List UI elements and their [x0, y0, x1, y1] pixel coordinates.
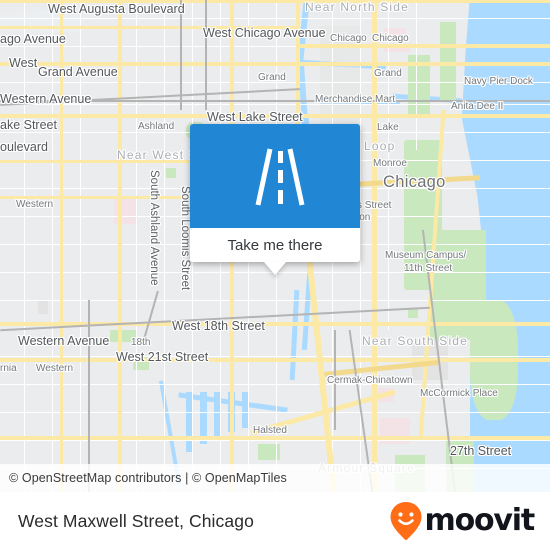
location-title: West Maxwell Street, Chicago — [18, 510, 254, 531]
park-tiny-1 — [166, 168, 176, 178]
card-icon-header — [190, 124, 360, 228]
water-top-right — [525, 0, 550, 60]
grid-v-3 — [80, 0, 81, 492]
grid-h-14 — [0, 412, 550, 413]
rail-line-2 — [0, 100, 550, 102]
grand-avenue-road — [0, 62, 550, 66]
map-attribution: © OpenStreetMap contributors | © OpenMap… — [0, 464, 550, 492]
grid-h-12 — [0, 356, 550, 357]
moovit-pin-smiley-icon — [390, 502, 422, 540]
grid-h-4 — [0, 104, 550, 105]
park-tiny-2 — [408, 308, 418, 318]
grid-h-3 — [0, 82, 550, 83]
moovit-logo: moovit — [389, 501, 536, 541]
grid-h-1 — [0, 18, 550, 19]
grid-v-2 — [52, 0, 53, 492]
map-screenshot: West Augusta Boulevard ago Avenue West Chi… — [0, 0, 550, 550]
page-footer: West Maxwell Street, Chicago moovit — [0, 492, 550, 550]
31st-street-road — [0, 436, 550, 440]
western-avenue-road — [60, 0, 63, 492]
rail-line-9 — [180, 0, 182, 110]
attribution-text: © OpenStreetMap contributors | © OpenMap… — [9, 471, 287, 485]
map-canvas[interactable]: West Augusta Boulevard ago Avenue West Chi… — [0, 0, 550, 492]
ashland-avenue-road — [118, 0, 122, 492]
road-icon — [255, 148, 305, 206]
grid-v-13 — [416, 0, 417, 150]
take-me-there-button[interactable]: Take me there — [190, 228, 360, 262]
21st-cermak-road — [0, 358, 550, 362]
lake-street-road — [0, 114, 550, 118]
rail-line-10 — [205, 0, 207, 110]
grid-v-4 — [136, 0, 137, 492]
card-pointer-tail — [264, 262, 286, 275]
grid-h-13 — [0, 384, 550, 385]
chicago-avenue-east-road — [300, 44, 550, 48]
grid-v-5 — [164, 0, 165, 492]
grid-h-11 — [0, 300, 550, 301]
grid-v-12 — [388, 0, 389, 330]
zone-f — [38, 300, 48, 314]
north-branch-road — [296, 0, 300, 130]
take-me-there-card[interactable]: Take me there — [190, 124, 360, 275]
take-me-there-label: Take me there — [227, 236, 323, 254]
chicago-avenue-road — [0, 26, 300, 29]
rail-line-8 — [334, 330, 336, 430]
lake-shore-drive-road — [372, 0, 377, 492]
moovit-wordmark: moovit — [424, 503, 536, 538]
grid-v-1 — [24, 0, 25, 492]
augusta-boulevard-road — [0, 0, 550, 3]
park-18th — [110, 330, 136, 342]
grid-h-15 — [0, 440, 550, 441]
